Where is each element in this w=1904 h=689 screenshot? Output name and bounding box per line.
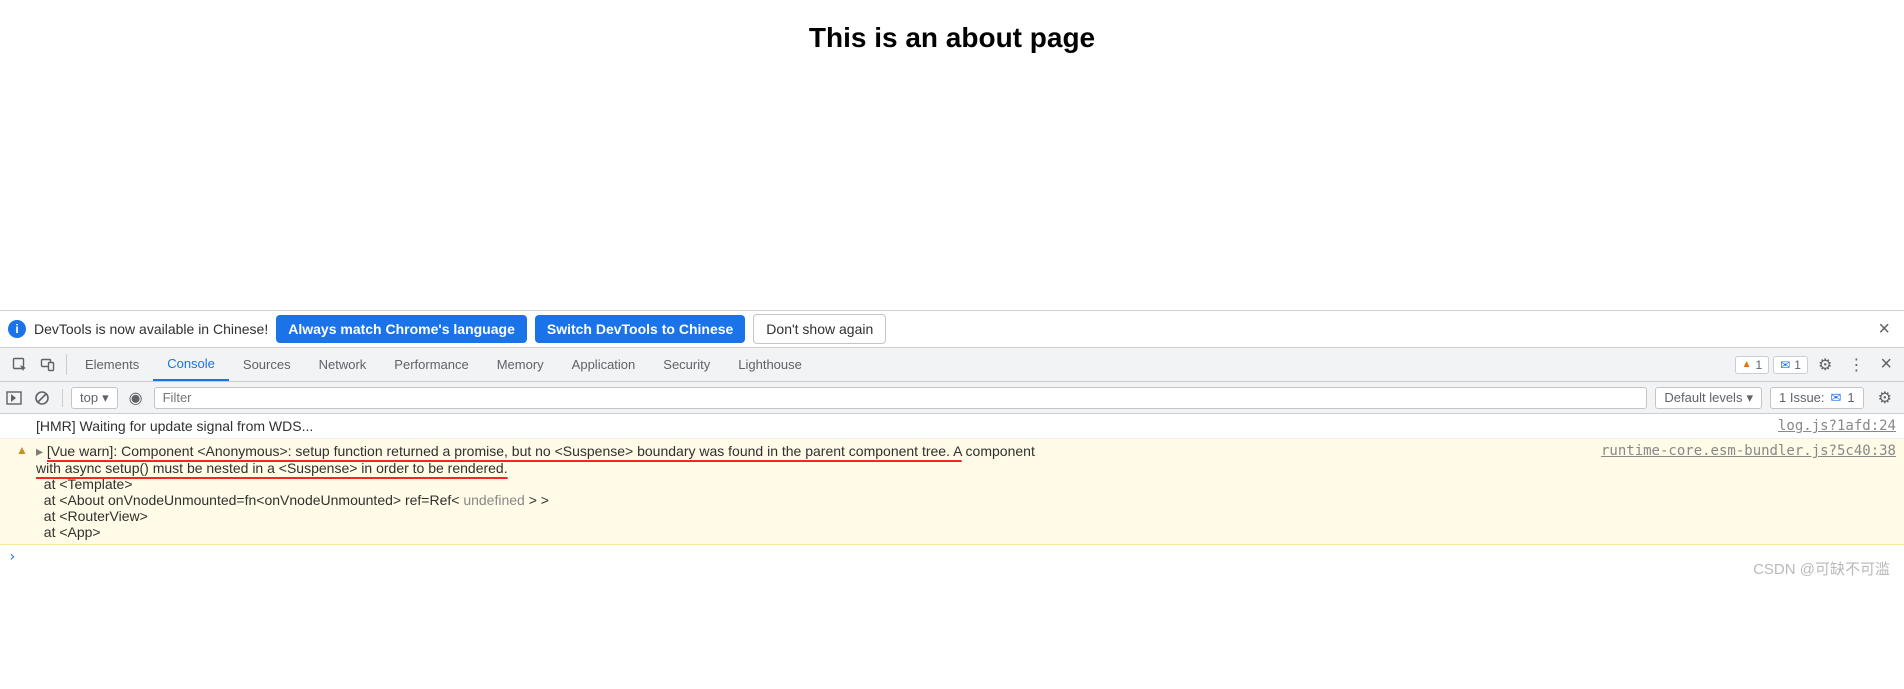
tab-console[interactable]: Console	[153, 348, 229, 381]
message-count: 1	[1794, 358, 1801, 372]
notice-text: DevTools is now available in Chinese!	[34, 321, 268, 337]
log-message: ▸ [Vue warn]: Component <Anonymous>: set…	[36, 443, 1589, 540]
log-entry-warning: ▲ ▸ [Vue warn]: Component <Anonymous>: s…	[0, 439, 1904, 545]
warnings-badge[interactable]: ▲1	[1735, 356, 1770, 374]
tab-lighthouse[interactable]: Lighthouse	[724, 348, 816, 381]
tab-application[interactable]: Application	[558, 348, 650, 381]
message-icon: ✉	[1780, 358, 1790, 372]
devtools-language-notice: i DevTools is now available in Chinese! …	[0, 310, 1904, 348]
tab-performance[interactable]: Performance	[380, 348, 482, 381]
info-icon: i	[8, 320, 26, 338]
devtools-close-icon[interactable]: ×	[1874, 353, 1898, 376]
warning-count: 1	[1756, 358, 1763, 372]
dont-show-again-button[interactable]: Don't show again	[753, 314, 886, 344]
chevron-down-icon: ▾	[102, 390, 109, 406]
more-icon[interactable]: ⋮	[1842, 351, 1870, 379]
message-icon: ✉	[1831, 390, 1842, 406]
filter-input[interactable]	[154, 387, 1648, 409]
tab-elements[interactable]: Elements	[71, 348, 153, 381]
clear-console-icon[interactable]	[34, 390, 54, 406]
sidebar-toggle-icon[interactable]	[6, 391, 26, 405]
settings-icon[interactable]: ⚙	[1812, 351, 1838, 379]
log-message: [HMR] Waiting for update signal from WDS…	[36, 418, 1766, 434]
page-content: This is an about page	[0, 0, 1904, 310]
console-prompt[interactable]: ›	[0, 545, 1904, 569]
live-expression-icon[interactable]: ◉	[126, 388, 146, 408]
tab-memory[interactable]: Memory	[483, 348, 558, 381]
device-toggle-icon[interactable]	[34, 348, 62, 381]
expand-icon[interactable]: ▸	[36, 443, 47, 459]
page-title: This is an about page	[0, 0, 1904, 54]
console-toolbar: top▾ ◉ Default levels▾ 1 Issue:✉1 ⚙	[0, 382, 1904, 414]
log-entry: [HMR] Waiting for update signal from WDS…	[0, 414, 1904, 439]
tab-network[interactable]: Network	[305, 348, 381, 381]
tab-sources[interactable]: Sources	[229, 348, 305, 381]
close-icon[interactable]: ×	[1872, 318, 1896, 341]
source-link[interactable]: runtime-core.esm-bundler.js?5c40:38	[1589, 443, 1896, 459]
messages-badge[interactable]: ✉1	[1773, 356, 1808, 374]
tab-security[interactable]: Security	[649, 348, 724, 381]
devtools-tabs: Elements Console Sources Network Perform…	[0, 348, 1904, 382]
inspect-icon[interactable]	[6, 348, 34, 381]
warning-icon: ▲	[1742, 359, 1752, 370]
log-levels-dropdown[interactable]: Default levels▾	[1655, 387, 1762, 409]
switch-language-button[interactable]: Switch DevTools to Chinese	[535, 315, 745, 343]
warning-icon: ▲	[8, 443, 36, 457]
chevron-down-icon: ▾	[1746, 390, 1753, 406]
match-language-button[interactable]: Always match Chrome's language	[276, 315, 527, 343]
context-dropdown[interactable]: top▾	[71, 387, 118, 409]
console-output: [HMR] Waiting for update signal from WDS…	[0, 414, 1904, 689]
divider	[66, 354, 67, 375]
console-settings-icon[interactable]: ⚙	[1872, 384, 1898, 412]
issues-button[interactable]: 1 Issue:✉1	[1770, 387, 1864, 409]
source-link[interactable]: log.js?1afd:24	[1766, 418, 1896, 434]
divider	[62, 389, 63, 407]
